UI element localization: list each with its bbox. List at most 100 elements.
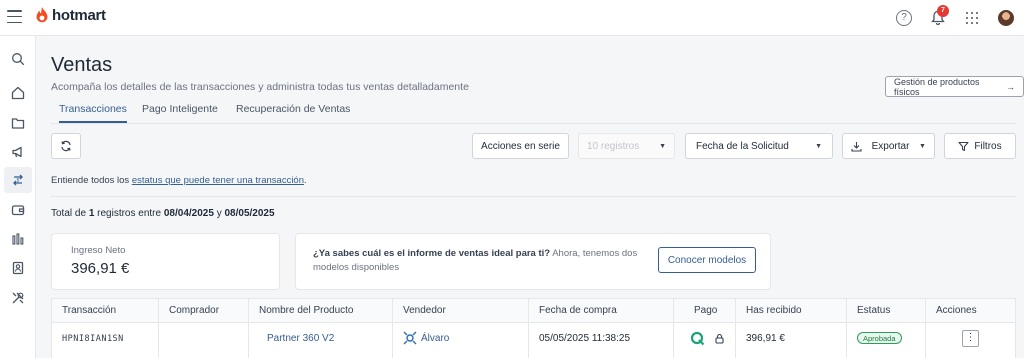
flame-icon <box>36 7 48 23</box>
records-per-page-select[interactable]: 10 registros ▼ <box>578 133 675 159</box>
refresh-icon <box>61 140 71 152</box>
product-cell: Partner 360 V2 <box>248 323 392 358</box>
date-type-select[interactable]: Fecha de la Solicitud ▼ <box>685 133 833 159</box>
promo-text: ¿Ya sabes cuál es el informe de ventas i… <box>313 247 653 275</box>
table-row[interactable]: HPNI8IAN1SN Partner 360 V2 Álvaro 05/05/… <box>52 323 1015 358</box>
apps-grid-icon[interactable] <box>966 12 978 24</box>
column-header-fecha[interactable]: Fecha de compra <box>528 299 673 323</box>
logo-text: hotmart <box>52 7 106 24</box>
date-from: 08/04/2025 <box>163 208 214 219</box>
table-header: Transacción Comprador Nombre del Product… <box>52 299 1015 323</box>
folder-icon <box>11 118 25 129</box>
export-label: Exportar <box>871 140 910 152</box>
column-header-recibido[interactable]: Has recibido <box>735 299 846 323</box>
status-cell: Aprobada <box>846 323 925 358</box>
date-to: 08/05/2025 <box>224 208 275 219</box>
filters-label: Filtros <box>974 140 1002 152</box>
filter-icon <box>958 141 969 151</box>
total-summary: Total de 1 registros entre 08/04/2025 y … <box>51 208 275 219</box>
date-cell: 05/05/2025 11:38:25 <box>528 323 673 358</box>
tab-recuperacion-ventas[interactable]: Recuperación de Ventas <box>236 103 350 121</box>
sidebar-item-search[interactable] <box>4 46 32 72</box>
column-header-estatus[interactable]: Estatus <box>846 299 925 323</box>
physical-products-button[interactable]: Gestión de productos físicos → <box>885 76 1024 97</box>
sidebar-item-contacts[interactable] <box>4 255 32 281</box>
divider <box>51 196 1016 197</box>
payment-cell <box>673 323 735 358</box>
sidebar-item-finance[interactable] <box>4 197 32 223</box>
sidebar-item-products[interactable] <box>4 110 32 136</box>
tab-transacciones[interactable]: Transacciones <box>59 103 127 123</box>
info-prefix: Entiende todos los <box>51 175 132 186</box>
payment-method-icon <box>690 331 705 346</box>
column-header-acciones[interactable]: Acciones <box>925 299 1017 323</box>
page-subtitle: Acompaña los detalles de las transaccion… <box>51 81 469 93</box>
refresh-button[interactable] <box>51 133 81 159</box>
contacts-icon <box>12 261 24 275</box>
buyer-cell <box>158 323 248 358</box>
received-cell: 396,91 € <box>735 323 846 358</box>
menu-icon[interactable] <box>7 10 22 23</box>
physical-products-label: Gestión de productos físicos <box>894 76 980 97</box>
actions-cell: ⋮ <box>925 323 1017 358</box>
product-link[interactable]: Partner 360 V2 <box>267 333 334 344</box>
search-icon <box>12 53 25 66</box>
status-info-link[interactable]: estatus que puede tener una transacción <box>132 175 304 186</box>
transaction-id[interactable]: HPNI8IAN1SN <box>62 334 124 344</box>
page-title: Ventas <box>51 54 113 76</box>
promo-question: ¿Ya sabes cuál es el informe de ventas i… <box>313 248 551 259</box>
net-income-card: Ingreso Neto 396,91 € <box>51 233 280 290</box>
net-income-label: Ingreso Neto <box>71 245 126 256</box>
caret-down-icon: ▼ <box>659 142 666 150</box>
caret-down-icon: ▼ <box>919 142 926 150</box>
column-header-pago[interactable]: Pago <box>673 299 735 323</box>
transactions-table: Transacción Comprador Nombre del Product… <box>51 298 1016 358</box>
main-content: Ventas Acompaña los detalles de las tran… <box>36 36 1024 358</box>
column-header-producto[interactable]: Nombre del Producto <box>248 299 392 323</box>
sidebar: $ <box>0 36 36 358</box>
total-conj: y <box>213 208 225 219</box>
tools-icon <box>12 292 24 304</box>
bar-chart-icon <box>12 233 24 245</box>
tabs: Transacciones Pago Inteligente Recuperac… <box>51 100 1016 124</box>
info-suffix: . <box>304 175 307 186</box>
seller-icon <box>403 331 417 345</box>
sales-icon: $ <box>13 174 23 186</box>
learn-models-button[interactable]: Conocer modelos <box>658 247 756 273</box>
hotmart-logo[interactable]: hotmart <box>35 7 106 24</box>
report-promo-card: ¿Ya sabes cuál es el informe de ventas i… <box>295 233 771 290</box>
notification-badge: 7 <box>937 5 949 17</box>
user-avatar[interactable] <box>998 10 1014 26</box>
status-badge: Aprobada <box>857 332 902 344</box>
export-button[interactable]: Exportar ▼ <box>842 133 935 159</box>
help-icon[interactable]: ? <box>896 10 912 26</box>
filters-button[interactable]: Filtros <box>944 133 1016 159</box>
row-actions-menu-icon[interactable]: ⋮ <box>962 329 979 347</box>
bulk-actions-button[interactable]: Acciones en serie <box>472 133 569 159</box>
home-icon <box>11 86 25 100</box>
records-per-page-label: 10 registros <box>587 140 640 152</box>
total-prefix: Total de <box>51 208 89 219</box>
sidebar-item-marketing[interactable] <box>4 139 32 165</box>
total-middle: registros entre <box>94 208 164 219</box>
caret-down-icon: ▼ <box>815 142 822 150</box>
transaction-cell: HPNI8IAN1SN <box>52 323 158 358</box>
sidebar-item-home[interactable] <box>4 80 32 106</box>
lock-icon <box>715 333 724 344</box>
date-type-label: Fecha de la Solicitud <box>696 140 789 152</box>
sidebar-item-analytics[interactable] <box>4 226 32 252</box>
column-header-transaccion[interactable]: Transacción <box>52 299 158 323</box>
wallet-icon <box>11 205 25 216</box>
seller-cell: Álvaro <box>392 323 528 358</box>
seller-link[interactable]: Álvaro <box>421 333 449 344</box>
sidebar-item-tools[interactable] <box>4 285 32 311</box>
tab-pago-inteligente[interactable]: Pago Inteligente <box>142 103 218 121</box>
net-income-value: 396,91 € <box>71 260 130 277</box>
download-icon <box>851 141 862 152</box>
arrow-right-icon: → <box>1006 81 1015 92</box>
status-info-line: Entiende todos los estatus que puede ten… <box>51 175 307 186</box>
megaphone-icon <box>12 146 22 158</box>
column-header-vendedor[interactable]: Vendedor <box>392 299 528 323</box>
column-header-comprador[interactable]: Comprador <box>158 299 248 323</box>
sidebar-item-sales[interactable]: $ <box>4 167 32 193</box>
